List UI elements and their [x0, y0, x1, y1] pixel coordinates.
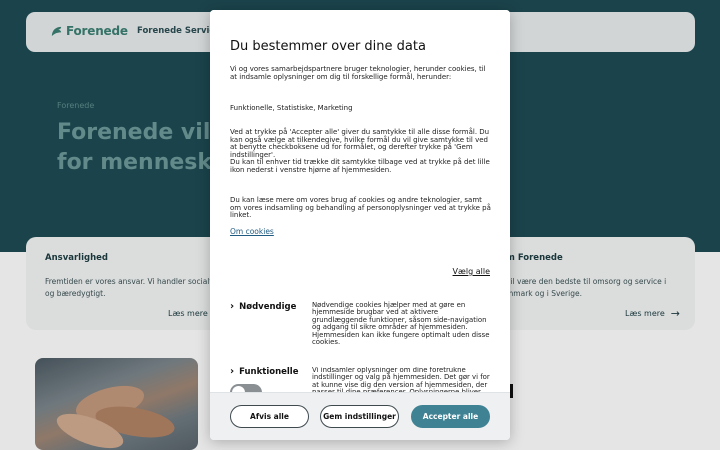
chevron-right-icon: › [230, 366, 235, 377]
consent-actions: Afvis alle Gem indstillinger Accepter al… [210, 392, 510, 440]
consent-read-more: Du kan læse mere om vores brug af cookie… [230, 196, 491, 220]
chevron-right-icon: › [230, 301, 235, 312]
category-functional-label: Funktionelle [239, 366, 299, 377]
cookie-consent-dialog: Du bestemmer over dine data Vi og vores … [210, 10, 510, 440]
consent-withdraw: Du kan til enhver tid trække dit samtykk… [230, 158, 490, 174]
category-necessary-label: Nødvendige [239, 301, 297, 312]
consent-purposes: Funktionelle, Statistiske, Marketing [230, 104, 353, 112]
save-settings-button[interactable]: Gem indstillinger [320, 405, 399, 428]
about-cookies-link[interactable]: Om cookies [230, 227, 274, 236]
category-necessary-description: Nødvendige cookies hjælper med at gøre e… [312, 301, 490, 347]
consent-info-section: Du bestemmer over dine data Vi og vores … [210, 10, 510, 256]
consent-categories: Vælg alle › Nødvendige Nødvendige cookie… [210, 256, 510, 401]
accept-all-button[interactable]: Accepter alle [411, 405, 490, 428]
consent-intro: Vi og vores samarbejdspartnere bruger te… [230, 65, 486, 81]
category-necessary-header[interactable]: › Nødvendige [230, 301, 296, 312]
category-functional-description: Vi indsamler oplysninger om dine foretru… [312, 367, 490, 392]
consent-title: Du bestemmer over dine data [230, 39, 426, 54]
reject-all-button[interactable]: Afvis alle [230, 405, 309, 428]
category-functional-header[interactable]: › Funktionelle [230, 366, 299, 377]
consent-explanation: Ved at trykke på 'Accepter alle' giver d… [230, 128, 490, 159]
select-all-link[interactable]: Vælg alle [453, 267, 490, 276]
